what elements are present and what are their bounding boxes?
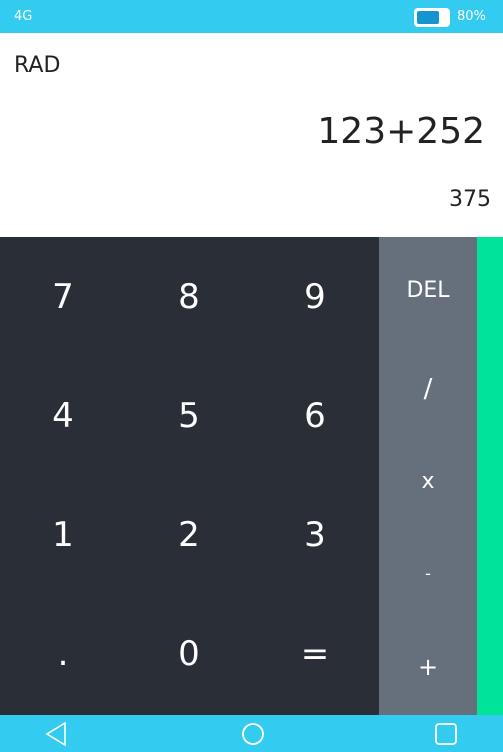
expression-text: 123+252 <box>317 111 485 152</box>
battery-icon <box>414 8 450 27</box>
result-preview: 375 <box>449 187 491 212</box>
delete-button[interactable]: DEL <box>379 237 477 343</box>
subtract-button[interactable]: - <box>379 527 477 619</box>
key-2[interactable]: 2 <box>126 475 252 594</box>
navigation-bar <box>0 715 503 752</box>
back-icon[interactable] <box>41 720 71 747</box>
key-decimal[interactable]: . <box>0 594 126 713</box>
key-5[interactable]: 5 <box>126 356 252 475</box>
add-button[interactable]: + <box>379 619 477 715</box>
key-0[interactable]: 0 <box>126 594 252 713</box>
status-bar: 4G 80% <box>0 0 503 33</box>
key-4[interactable]: 4 <box>0 356 126 475</box>
key-1[interactable]: 1 <box>0 475 126 594</box>
home-icon[interactable] <box>238 720 268 747</box>
recents-icon[interactable] <box>431 720 461 747</box>
key-equals[interactable]: = <box>252 594 378 713</box>
number-keypad: 7 8 9 4 5 6 1 2 3 . 0 = <box>0 237 379 715</box>
key-7[interactable]: 7 <box>0 237 126 356</box>
network-indicator: 4G <box>14 9 33 24</box>
battery-percentage: 80% <box>457 9 486 24</box>
calculator-display: RAD 123+252 375 <box>0 33 503 237</box>
angle-mode-label[interactable]: RAD <box>14 53 60 78</box>
key-3[interactable]: 3 <box>252 475 378 594</box>
key-8[interactable]: 8 <box>126 237 252 356</box>
advanced-panel-handle[interactable] <box>477 237 503 715</box>
key-6[interactable]: 6 <box>252 356 378 475</box>
key-9[interactable]: 9 <box>252 237 378 356</box>
divide-button[interactable]: / <box>379 343 477 435</box>
multiply-button[interactable]: x <box>379 435 477 527</box>
operator-panel: DEL / x - + <box>379 237 477 715</box>
